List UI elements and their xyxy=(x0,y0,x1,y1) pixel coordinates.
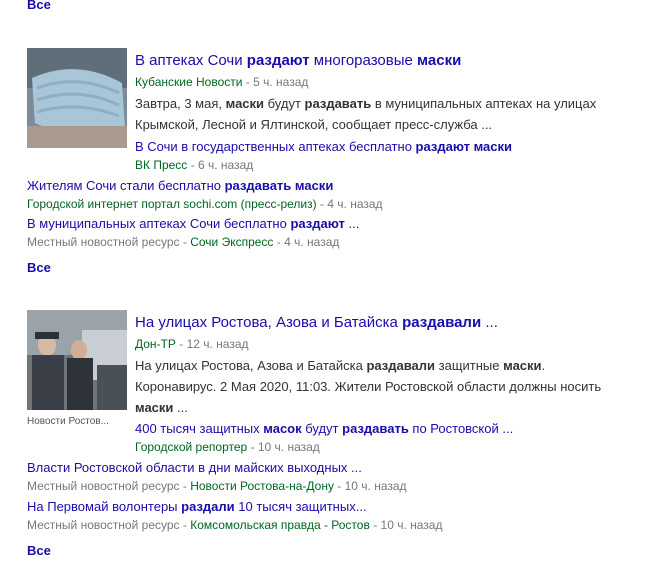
story-headline[interactable]: В аптеках Сочи раздают многоразовые маск… xyxy=(135,52,461,69)
story-source-line: Дон-ТР - 12 ч. назад xyxy=(135,337,249,351)
related-article-link[interactable]: В муниципальных аптеках Сочи бесплатно р… xyxy=(27,216,359,231)
all-news-link-top[interactable]: Все xyxy=(27,0,51,12)
story-snippet: На улицах Ростова, Азова и Батайска разд… xyxy=(135,358,602,415)
related-source-line: Местный новостной ресурс - Комсомольская… xyxy=(27,518,443,532)
related-article-link[interactable]: В Сочи в государственных аптеках бесплат… xyxy=(135,139,512,154)
related-source-line: Местный новостной ресурс - Новости Росто… xyxy=(27,479,407,493)
related-source-line: Городской интернет портал sochi.com (пре… xyxy=(27,197,383,211)
news-story-rostov: Новости Ростов... На улицах Ростова, Азо… xyxy=(27,310,647,540)
related-source-line: Городской репортер - 10 ч. назад xyxy=(135,440,320,454)
news-story-sochi: В аптеках Сочи раздают многоразовые маск… xyxy=(27,48,647,268)
story-headline[interactable]: На улицах Ростова, Азова и Батайска разд… xyxy=(135,314,498,331)
related-article-link[interactable]: На Первомай волонтеры раздали 10 тысяч з… xyxy=(27,499,367,514)
source-name[interactable]: Кубанские Новости xyxy=(135,75,242,89)
mask-image xyxy=(27,48,127,148)
all-news-link[interactable]: Все xyxy=(27,260,51,275)
story-thumbnail[interactable] xyxy=(27,48,127,148)
story-source-line: Кубанские Новости - 5 ч. назад xyxy=(135,75,309,89)
related-source-line: ВК Пресс - 6 ч. назад xyxy=(135,158,254,172)
related-article-link[interactable]: 400 тысяч защитных масок будут раздавать… xyxy=(135,421,513,436)
police-photo-image xyxy=(27,310,127,410)
source-name[interactable]: Дон-ТР xyxy=(135,337,176,351)
all-news-link[interactable]: Все xyxy=(27,543,51,558)
related-article-link[interactable]: Жителям Сочи стали бесплатно раздавать м… xyxy=(27,178,333,193)
story-snippet: Завтра, 3 мая, маски будут раздавать в м… xyxy=(135,96,597,132)
related-source-line: Местный новостной ресурс - Сочи Экспресс… xyxy=(27,235,340,249)
story-thumbnail[interactable]: Новости Ростов... xyxy=(27,310,127,427)
related-article-link[interactable]: Власти Ростовской области в дни майских … xyxy=(27,460,362,475)
thumbnail-caption: Новости Ростов... xyxy=(27,416,109,427)
